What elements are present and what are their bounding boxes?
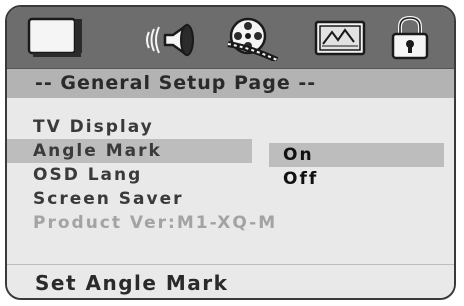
tv-display-icon[interactable] bbox=[27, 17, 85, 59]
audio-speaker-icon[interactable] bbox=[143, 20, 201, 60]
menu-item-osd-lang[interactable]: OSD Lang bbox=[7, 163, 257, 187]
menu-item-angle-mark[interactable]: Angle Mark bbox=[7, 139, 252, 163]
menu-item-screen-saver[interactable]: Screen Saver bbox=[7, 187, 257, 211]
menu-item-product-version: Product Ver:M1-XQ-M bbox=[33, 213, 278, 233]
osd-setup-window: -- General Setup Page -- TV Display Angl… bbox=[5, 5, 456, 300]
option-on[interactable]: On bbox=[269, 143, 444, 167]
password-lock-icon[interactable] bbox=[388, 15, 432, 61]
setup-category-bar bbox=[7, 7, 454, 69]
settings-panel: TV Display Angle Mark OSD Lang Screen Sa… bbox=[7, 98, 454, 264]
preference-panel-icon[interactable] bbox=[314, 20, 368, 58]
status-hint: Set Angle Mark bbox=[7, 265, 454, 298]
video-film-icon[interactable] bbox=[225, 16, 283, 61]
menu-item-tv-display[interactable]: TV Display bbox=[7, 115, 257, 139]
option-off[interactable]: Off bbox=[269, 167, 444, 191]
page-title: -- General Setup Page -- bbox=[7, 69, 454, 98]
